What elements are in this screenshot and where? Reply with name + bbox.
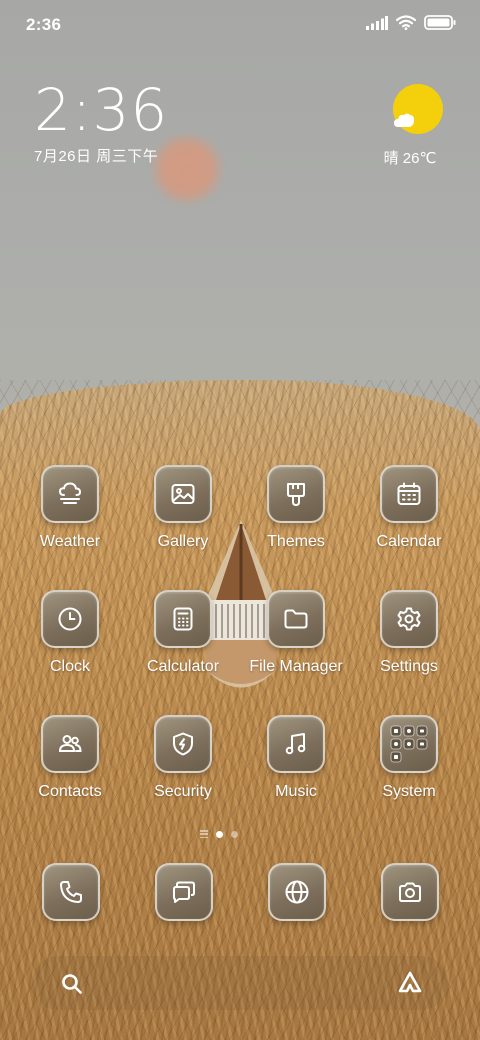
camera-tile xyxy=(381,863,439,921)
gallery-icon xyxy=(171,484,195,504)
system-folder-icon xyxy=(390,725,428,763)
phone-tile xyxy=(42,863,100,921)
settings-app-tile xyxy=(380,590,438,648)
themes-app-tile xyxy=(267,465,325,523)
settings-icon xyxy=(397,607,421,631)
clock-widget[interactable]: 2:36 7月26日 周三下午 xyxy=(34,80,168,166)
sun-cloud-icon xyxy=(392,83,444,135)
widget-time: 2:36 xyxy=(34,76,169,144)
weather-text: 晴 26℃ xyxy=(383,150,437,167)
app-label: Weather xyxy=(39,533,101,550)
signal-icon xyxy=(366,15,388,30)
phone-icon xyxy=(60,881,82,903)
security-app-tile xyxy=(154,715,212,773)
app-calendar[interactable]: Calendar xyxy=(359,465,459,551)
app-gallery[interactable]: Gallery xyxy=(133,465,233,551)
dock-browser-wrap xyxy=(266,863,328,921)
browser-icon xyxy=(285,880,309,904)
page-list-indicator xyxy=(200,830,208,838)
battery-icon xyxy=(424,15,456,30)
clock-icon xyxy=(58,607,82,631)
dock-camera[interactable] xyxy=(379,863,441,921)
page-dot-2 xyxy=(231,830,238,838)
search-bar[interactable] xyxy=(32,956,448,1010)
weather-widget[interactable]: 晴 26℃ xyxy=(384,83,444,168)
dock-phone[interactable] xyxy=(40,863,102,921)
app-label: Calculator xyxy=(146,658,220,675)
folder-icon xyxy=(284,609,308,629)
app-music[interactable]: Music xyxy=(246,715,346,801)
app-security[interactable]: Security xyxy=(133,715,233,801)
app-label: Security xyxy=(154,783,212,800)
app-label: System xyxy=(382,783,436,800)
dock-browser[interactable] xyxy=(266,863,328,921)
messages-icon xyxy=(173,881,195,903)
file-manager-app-tile xyxy=(267,590,325,648)
security-icon xyxy=(173,732,193,756)
clock-app-tile xyxy=(41,590,99,648)
status-bar: 2:36 xyxy=(0,0,480,50)
app-settings[interactable]: Settings xyxy=(359,590,459,676)
contacts-icon xyxy=(58,735,82,752)
weather-app-tile xyxy=(41,465,99,523)
app-label: Gallery xyxy=(157,533,209,550)
status-icons xyxy=(366,15,456,30)
app-calculator[interactable]: Calculator xyxy=(133,590,233,676)
music-icon xyxy=(285,733,306,755)
assistant-icon[interactable] xyxy=(396,969,424,997)
dock-phone-wrap xyxy=(40,863,102,921)
app-label: Music xyxy=(275,783,317,800)
app-file-manager[interactable]: File Manager xyxy=(246,590,346,676)
app-themes[interactable]: Themes xyxy=(246,465,346,551)
page-dot-1 xyxy=(216,830,223,838)
browser-tile xyxy=(268,863,326,921)
gallery-app-tile xyxy=(154,465,212,523)
status-time: 2:36 xyxy=(26,15,62,34)
app-label: Settings xyxy=(380,658,438,675)
contacts-app-tile xyxy=(41,715,99,773)
music-app-tile xyxy=(267,715,325,773)
widget-date: 7月26日 周三下午 xyxy=(34,148,159,165)
app-label: Themes xyxy=(267,533,325,550)
app-label: File Manager xyxy=(249,658,343,675)
dock-messages-wrap xyxy=(153,863,215,921)
app-clock[interactable]: Clock xyxy=(20,590,120,676)
calendar-icon xyxy=(397,482,421,505)
app-contacts[interactable]: Contacts xyxy=(20,715,120,801)
dock-camera-wrap xyxy=(379,863,441,921)
messages-tile xyxy=(155,863,213,921)
app-label: Contacts xyxy=(38,783,102,800)
weather-icon xyxy=(58,482,82,504)
search-icon[interactable] xyxy=(60,972,84,996)
dock-messages[interactable] xyxy=(153,863,215,921)
themes-icon xyxy=(287,483,305,506)
calculator-icon xyxy=(173,607,193,631)
page-indicator[interactable] xyxy=(200,830,238,838)
app-system-folder[interactable]: System xyxy=(359,715,459,801)
camera-icon xyxy=(399,882,421,902)
calculator-app-tile xyxy=(154,590,212,648)
wifi-icon xyxy=(396,15,416,30)
app-weather[interactable]: Weather xyxy=(20,465,120,551)
app-label: Calendar xyxy=(376,533,442,550)
app-label: Clock xyxy=(49,658,90,675)
calendar-app-tile xyxy=(380,465,438,523)
system-folder-tile xyxy=(380,715,438,773)
